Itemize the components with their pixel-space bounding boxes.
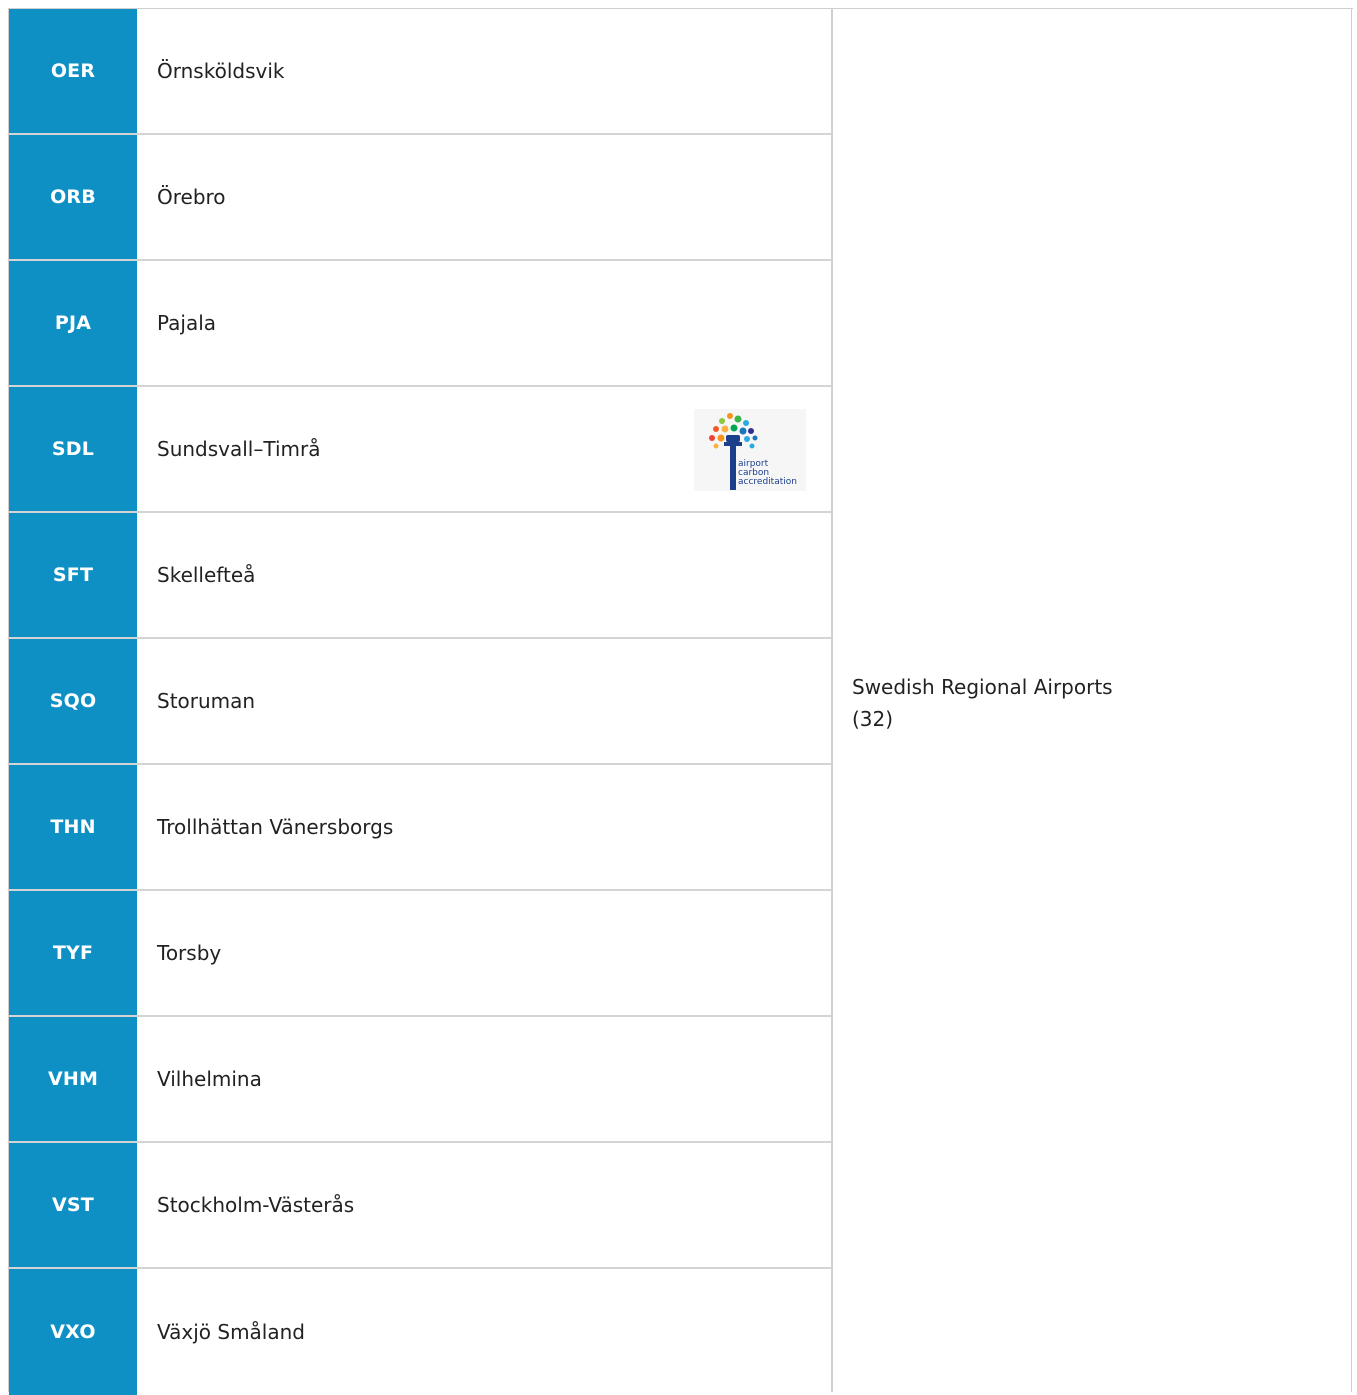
airport-code: SQO — [9, 639, 137, 763]
airport-code: SFT — [9, 513, 137, 637]
airport-code: ORB — [9, 135, 137, 259]
airport-code: PJA — [9, 261, 137, 385]
airport-name: Storuman — [157, 689, 256, 713]
airport-name: Örebro — [157, 185, 226, 209]
table-row: THN Trollhättan Vänersborgs — [9, 765, 831, 891]
airport-code: SDL — [9, 387, 137, 511]
logo-text: airport carbon accreditation — [738, 459, 797, 487]
airport-name: Örnsköldsvik — [157, 59, 285, 83]
table-row: SFT Skellefteå — [9, 513, 831, 639]
group-name: Swedish Regional Airports — [852, 675, 1113, 699]
table-row: TYF Torsby — [9, 891, 831, 1017]
table-row: SDL Sundsvall–Timrå airport carbon accre… — [9, 387, 831, 513]
airport-code: VHM — [9, 1017, 137, 1141]
airport-name: Stockholm-Västerås — [157, 1193, 355, 1217]
airport-name: Sundsvall–Timrå — [157, 437, 321, 461]
airport-table: OER Örnsköldsvik ORB Örebro PJA Pajala S… — [8, 8, 1353, 1395]
airport-carbon-accreditation-logo: airport carbon accreditation — [694, 409, 806, 491]
airport-code: VST — [9, 1143, 137, 1267]
table-row: PJA Pajala — [9, 261, 831, 387]
airport-name: Pajala — [157, 311, 217, 335]
airport-code: OER — [9, 9, 137, 133]
table-row: VXO Växjö Småland — [9, 1269, 831, 1395]
table-row: SQO Storuman — [9, 639, 831, 765]
airport-code: TYF — [9, 891, 137, 1015]
airport-name: Trollhättan Vänersborgs — [157, 815, 394, 839]
table-row: VST Stockholm-Västerås — [9, 1143, 831, 1269]
airport-code: VXO — [9, 1269, 137, 1395]
group-label: Swedish Regional Airports (32) — [852, 671, 1113, 735]
airport-name: Växjö Småland — [157, 1320, 305, 1344]
airport-rows: OER Örnsköldsvik ORB Örebro PJA Pajala S… — [9, 9, 831, 1395]
airport-name: Torsby — [157, 941, 222, 965]
airport-name: Vilhelmina — [157, 1067, 262, 1091]
group-count: (32) — [852, 707, 894, 731]
airport-code: THN — [9, 765, 137, 889]
table-row: VHM Vilhelmina — [9, 1017, 831, 1143]
airport-name: Skellefteå — [157, 563, 256, 587]
table-row: ORB Örebro — [9, 135, 831, 261]
table-row: OER Örnsköldsvik — [9, 9, 831, 135]
group-cell: Swedish Regional Airports (32) — [833, 9, 1352, 1392]
